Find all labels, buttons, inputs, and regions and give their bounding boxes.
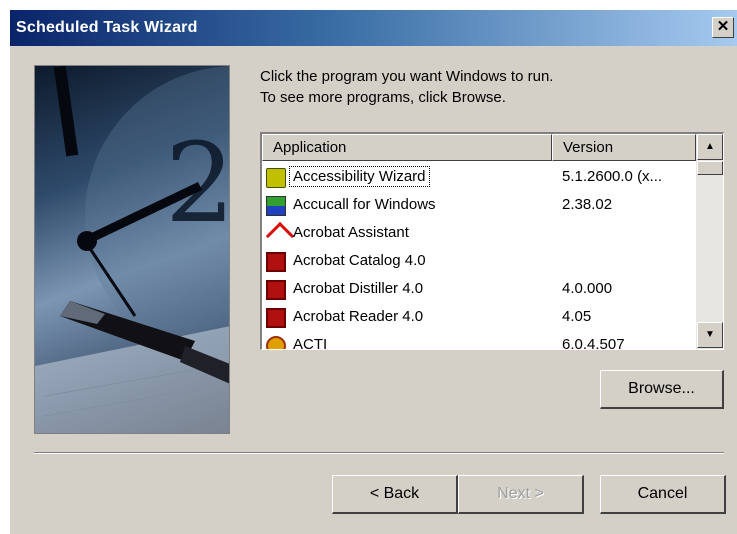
list-item-name: Acrobat Reader 4.0 [293,308,424,325]
accessibility-icon [266,168,286,188]
acrobat-distiller-icon [266,280,286,300]
list-item-name: Accucall for Windows [293,196,436,213]
list-item-version: 2.38.02 [562,196,613,213]
close-icon: ✕ [716,18,730,35]
list-header: Application Version [262,134,696,161]
list-item-name: Acrobat Catalog 4.0 [293,252,426,269]
vertical-scrollbar[interactable]: ▲ ▼ [696,134,723,349]
list-item-version: 6.0.4.507 [562,336,625,350]
list-item[interactable]: Accucall for Windows 2.38.02 [262,191,696,219]
accucall-icon [266,196,286,216]
list-item-name: ACTI [293,336,328,350]
instruction-line-2: To see more programs, click Browse. [260,89,506,106]
list-item[interactable]: Accessibility Wizard 5.1.2600.0 (x... [262,163,696,191]
clock-pen-illustration: 2 [35,66,229,433]
acrobat-reader-icon [266,308,286,328]
cancel-button[interactable]: Cancel [600,475,726,514]
column-header-application[interactable]: Application [262,134,552,161]
list-item[interactable]: Acrobat Distiller 4.0 4.0.000 [262,275,696,303]
title-bar[interactable]: Scheduled Task Wizard ✕ [10,10,737,46]
list-item[interactable]: Acrobat Catalog 4.0 [262,247,696,275]
list-item-name: Acrobat Assistant [293,224,409,241]
list-item-name: Accessibility Wizard [289,166,430,187]
instructions-text: Click the program you want Windows to ru… [260,66,720,108]
list-item-version: 5.1.2600.0 (x... [562,168,663,185]
window-title: Scheduled Task Wizard [16,19,198,36]
acti-icon [266,336,286,349]
list-rows: Accessibility Wizard 5.1.2600.0 (x... Ac… [262,161,696,350]
list-item-version: 4.05 [562,308,592,325]
separator-line [34,452,724,454]
arrow-down-icon: ▼ [705,329,715,340]
list-item-name: Acrobat Distiller 4.0 [293,280,424,297]
next-button: Next > [458,475,584,514]
list-item[interactable]: ACTI 6.0.4.507 [262,331,696,350]
list-item[interactable]: Acrobat Assistant [262,219,696,251]
list-item-version: 4.0.000 [562,280,613,297]
scroll-thumb[interactable] [697,161,723,175]
list-item[interactable]: Acrobat Reader 4.0 4.05 [262,303,696,331]
instruction-line-1: Click the program you want Windows to ru… [260,68,554,85]
column-header-version[interactable]: Version [552,134,696,161]
application-list[interactable]: Application Version Accessibility Wizard… [260,132,724,350]
scroll-up-button[interactable]: ▲ [697,134,723,160]
wizard-illustration: 2 [34,65,230,434]
acrobat-catalog-icon [266,252,286,272]
back-button[interactable]: < Back [332,475,458,514]
acrobat-assistant-icon [265,221,295,251]
browse-button[interactable]: Browse... [600,370,724,409]
scroll-down-button[interactable]: ▼ [697,322,723,348]
wizard-window: Scheduled Task Wizard ✕ 2 Click the prog… [9,9,737,534]
close-button[interactable]: ✕ [712,17,734,38]
arrow-up-icon: ▲ [705,141,715,152]
